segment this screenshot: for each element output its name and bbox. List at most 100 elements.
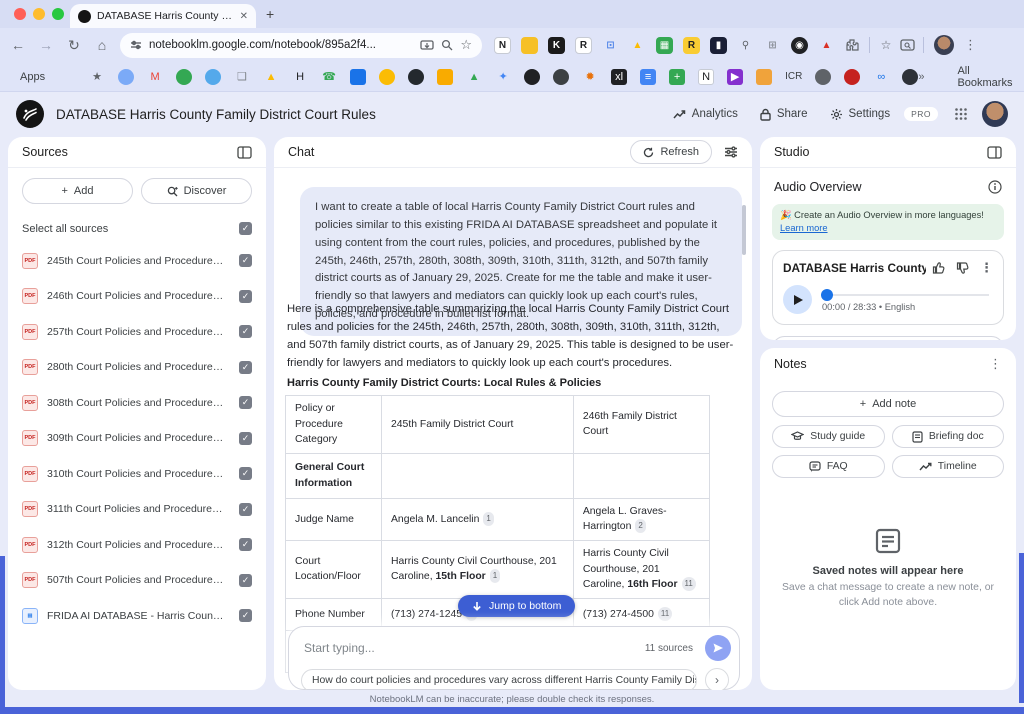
source-row[interactable]: PDF507th Court Policies and Procedures.p… — [8, 563, 266, 599]
source-checkbox[interactable]: ✓ — [239, 503, 252, 516]
extension-icon[interactable]: ⚲ — [737, 37, 754, 54]
discover-sources-button[interactable]: Discover — [141, 178, 252, 204]
favicon[interactable] — [815, 69, 831, 85]
citation-chip[interactable]: 1 — [483, 512, 493, 526]
favicon[interactable] — [902, 69, 918, 85]
extension-icon[interactable]: K — [548, 37, 565, 54]
citation-chip[interactable]: 1 — [490, 569, 500, 583]
window-minimize-button[interactable] — [33, 8, 45, 20]
browser-tab[interactable]: DATABASE Harris County Fam ✕ — [70, 4, 256, 28]
favicon[interactable] — [524, 69, 540, 85]
source-row[interactable]: PDF311th Court Policies and Procedures.p… — [8, 492, 266, 528]
address-bar[interactable]: notebooklm.google.com/notebook/895a2f4..… — [120, 33, 482, 58]
citation-chip[interactable]: 11 — [682, 577, 696, 591]
source-checkbox[interactable]: ✓ — [239, 361, 252, 374]
source-row[interactable]: ▦FRIDA AI DATABASE - Harris County Famil… — [8, 598, 266, 634]
source-row[interactable]: PDF308th Court Policies and Procedures.p… — [8, 385, 266, 421]
select-all-checkbox[interactable]: ✓ — [239, 222, 252, 235]
window-zoom-button[interactable] — [52, 8, 64, 20]
source-row[interactable]: PDF245th Court Policies and Procedures.p… — [8, 243, 266, 279]
extension-icon[interactable]: ▲ — [818, 37, 835, 54]
thumb-up-icon[interactable] — [932, 261, 946, 275]
favicon[interactable] — [844, 69, 860, 85]
favicon[interactable]: ☎ — [321, 69, 337, 85]
extensions-puzzle-icon[interactable] — [845, 38, 859, 52]
bookmark-star-icon[interactable]: ☆ — [460, 37, 472, 53]
home-icon[interactable]: ⌂ — [88, 37, 116, 53]
extension-icon[interactable]: ▲ — [629, 37, 646, 54]
source-checkbox[interactable]: ✓ — [239, 574, 252, 587]
source-checkbox[interactable]: ✓ — [239, 325, 252, 338]
favicon[interactable]: ▲ — [263, 69, 279, 85]
source-row[interactable]: PDF246th Court Policies and Procedures.p… — [8, 279, 266, 315]
jump-to-bottom-button[interactable]: Jump to bottom — [458, 595, 575, 617]
source-row[interactable]: PDF312th Court Policies and Procedures.p… — [8, 527, 266, 563]
reload-icon[interactable]: ↻ — [60, 37, 88, 54]
audio-progress-track[interactable]: 00:00 / 28:33 • English — [821, 289, 993, 311]
favicon[interactable]: + — [669, 69, 685, 85]
bookmark-label[interactable]: ICR — [785, 69, 802, 85]
favicon[interactable]: ✦ — [495, 69, 511, 85]
new-tab-button[interactable]: + — [266, 6, 274, 22]
favicon[interactable] — [437, 69, 453, 85]
window-close-button[interactable] — [14, 8, 26, 20]
info-icon[interactable] — [988, 180, 1002, 194]
favicon[interactable] — [756, 69, 772, 85]
collapse-panel-icon[interactable] — [237, 146, 252, 159]
forward-icon[interactable]: → — [32, 37, 60, 53]
apps-label[interactable]: Apps — [20, 71, 45, 83]
source-checkbox[interactable]: ✓ — [239, 432, 252, 445]
citation-chip[interactable]: 11 — [658, 607, 672, 621]
favicon[interactable]: ∞ — [873, 69, 889, 85]
site-settings-icon[interactable] — [130, 39, 142, 51]
favicon[interactable]: ❑ — [234, 69, 250, 85]
browser-menu-icon[interactable]: ⋮ — [964, 37, 977, 53]
extension-icon[interactable]: ⊞ — [764, 37, 781, 54]
account-avatar[interactable] — [982, 101, 1008, 127]
timeline-button[interactable]: Timeline — [892, 455, 1005, 478]
favicon[interactable]: ✹ — [582, 69, 598, 85]
favicon[interactable] — [553, 69, 569, 85]
favicon[interactable] — [205, 69, 221, 85]
chat-input-placeholder[interactable]: Start typing... — [304, 641, 645, 655]
favicon[interactable] — [408, 69, 424, 85]
back-icon[interactable]: ← — [4, 37, 32, 53]
bookmarks-overflow-chevron[interactable]: » — [918, 71, 924, 83]
extension-icon[interactable]: ◉ — [791, 37, 808, 54]
source-row[interactable]: PDF280th Court Policies and Procedures.p… — [8, 350, 266, 386]
citation-chip[interactable]: 2 — [635, 519, 645, 533]
study-guide-button[interactable]: Study guide — [772, 425, 885, 448]
source-checkbox[interactable]: ✓ — [239, 538, 252, 551]
zoom-icon[interactable] — [441, 39, 453, 51]
refresh-button[interactable]: Refresh — [630, 140, 712, 164]
add-source-button[interactable]: + Add — [22, 178, 133, 204]
favicon[interactable]: ▲ — [466, 69, 482, 85]
browser-profile-avatar[interactable] — [934, 35, 954, 55]
search-tabs-icon[interactable] — [900, 39, 915, 51]
chat-input-box[interactable]: Start typing... 11 sources How do court … — [288, 626, 740, 690]
extension-icon[interactable]: ▮ — [710, 37, 727, 54]
audio-progress-handle[interactable] — [821, 289, 833, 301]
save-page-icon[interactable] — [420, 40, 434, 51]
bookmark-badge-icon[interactable]: ☆ — [872, 38, 900, 52]
settings-button[interactable]: Settings — [830, 108, 891, 121]
favicon[interactable]: ≡ — [640, 69, 656, 85]
source-checkbox[interactable]: ✓ — [239, 609, 252, 622]
favicon[interactable]: ▶ — [727, 69, 743, 85]
source-checkbox[interactable]: ✓ — [239, 290, 252, 303]
google-apps-icon[interactable] — [954, 107, 968, 121]
tab-close-icon[interactable]: ✕ — [240, 11, 248, 22]
faq-button[interactable]: FAQ — [772, 455, 885, 478]
suggested-question-chip[interactable]: How do court policies and procedures var… — [301, 669, 697, 691]
audio-card-menu-icon[interactable]: ⋮ — [980, 260, 993, 276]
notebooklm-logo[interactable] — [16, 100, 44, 128]
analytics-button[interactable]: Analytics — [673, 108, 738, 120]
favicon[interactable]: xl — [611, 69, 627, 85]
source-row[interactable]: PDF310th Court Policies and Procedures.p… — [8, 456, 266, 492]
interactive-mode-button[interactable]: Interactive mode BETA — [772, 336, 1004, 340]
learn-more-link[interactable]: Learn more — [780, 223, 828, 233]
source-checkbox[interactable]: ✓ — [239, 396, 252, 409]
favicon[interactable] — [176, 69, 192, 85]
send-button[interactable] — [705, 635, 731, 661]
extension-icon[interactable] — [521, 37, 538, 54]
